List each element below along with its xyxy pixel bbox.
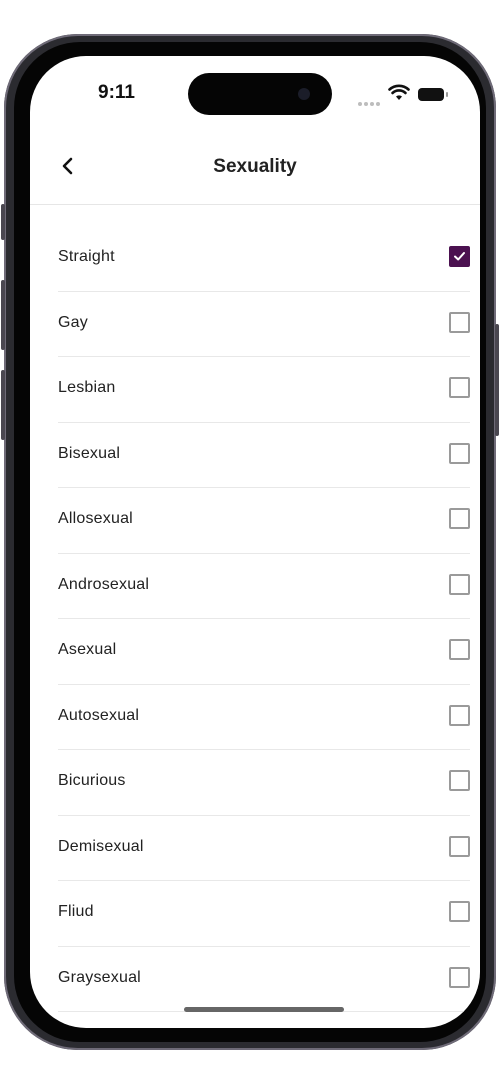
cellular-signal-icon [358,93,384,106]
home-indicator[interactable] [184,1007,344,1012]
status-time: 9:11 [98,82,135,103]
option-checkbox[interactable] [449,442,470,464]
volume-down-button [1,370,5,440]
camera-icon [298,88,310,100]
option-checkbox[interactable] [449,377,470,398]
option-label: Lesbian [58,379,116,396]
option-checkbox[interactable] [449,901,470,922]
phone-frame: 9:11 Sexuality Straight Gay Lesbian Bise… [1,34,499,1050]
list-item[interactable]: Bicurious [58,750,470,816]
option-checkbox[interactable] [449,573,470,595]
option-label: Androsexual [58,575,150,593]
screen: 9:11 Sexuality Straight Gay Lesbian Bise… [30,56,480,1028]
list-item[interactable]: Allosexual [58,488,470,554]
battery-icon [418,88,448,101]
option-label: Bicurious [58,772,126,789]
option-label: Graysexual [58,968,141,986]
option-checkbox[interactable] [449,704,470,726]
option-checkbox[interactable] [449,311,470,333]
list-item[interactable]: Straight [58,226,470,292]
option-checkbox[interactable] [449,246,470,267]
option-checkbox[interactable] [449,508,470,529]
list-item[interactable]: Fliud [58,881,470,947]
list-item[interactable]: Demisexual [58,816,470,881]
volume-up-button [1,280,5,350]
option-checkbox[interactable] [449,770,470,791]
list-item[interactable]: Asexual [58,619,470,685]
list-item[interactable]: Gay [58,292,470,357]
list-item[interactable]: Gynosexual [58,1012,470,1028]
navigation-bar: Sexuality [30,142,480,190]
option-label: Asexual [58,641,117,658]
sexuality-option-list: Straight Gay Lesbian Bisexual Allosexual Andr… [58,226,470,1028]
phone-bezel: 9:11 Sexuality Straight Gay Lesbian Bise… [14,42,486,1042]
option-checkbox[interactable] [449,966,470,988]
option-label: Gay [58,313,88,331]
list-item[interactable]: Androsexual [58,554,470,619]
list-item[interactable]: Autosexual [58,685,470,750]
option-label: Bisexual [58,444,121,462]
option-label: Fliud [58,903,94,920]
list-item[interactable]: Bisexual [58,423,470,488]
power-button [495,324,499,436]
list-item[interactable]: Graysexual [58,947,470,1012]
option-checkbox[interactable] [449,835,470,857]
page-title: Sexuality [213,156,297,177]
option-label: Straight [58,248,115,265]
dynamic-island [188,73,332,115]
option-checkbox[interactable] [449,639,470,660]
option-label: Autosexual [58,706,140,724]
status-bar: 9:11 [30,56,480,115]
wifi-icon [388,84,410,100]
list-item[interactable]: Lesbian [58,357,470,423]
checkmark-icon [454,252,465,261]
option-label: Allosexual [58,510,133,527]
action-button [1,204,5,240]
option-label: Demisexual [58,837,144,855]
header-divider [30,204,480,205]
